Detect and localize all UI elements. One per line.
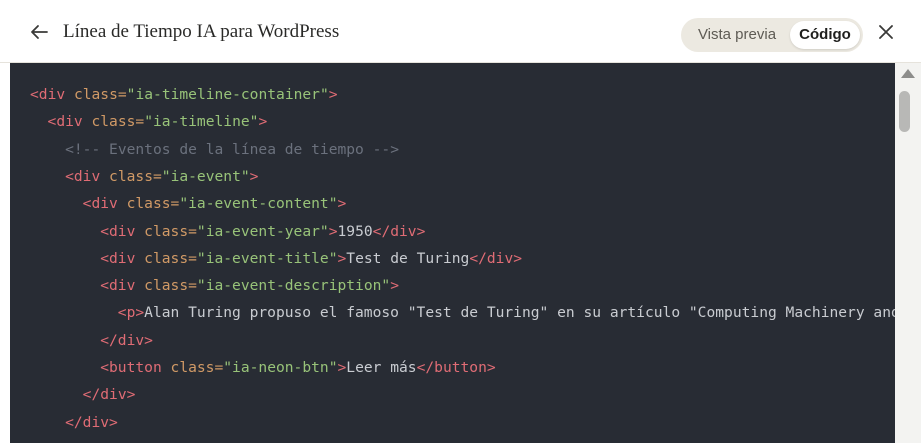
code-token: > (337, 195, 347, 213)
code-token: > (337, 249, 347, 267)
code-token: > (328, 86, 338, 103)
code-token: > (328, 222, 338, 240)
code-token: <div (100, 249, 136, 267)
code-token: class= (161, 359, 224, 376)
code-line: <div class="ia-event-description"> (100, 272, 399, 299)
code-token: > (249, 167, 259, 185)
back-button[interactable] (26, 21, 52, 47)
code-token: class= (135, 249, 197, 267)
code-token: </div> (65, 413, 118, 431)
code-token: Test de Turing (346, 249, 470, 267)
close-icon (878, 24, 894, 45)
view-mode-toggle: Vista previa Código (681, 18, 863, 52)
code-token: </div> (372, 222, 426, 240)
code-token: <div (82, 195, 118, 213)
code-line: </div> (100, 327, 153, 354)
code-token: > (337, 359, 347, 376)
code-line: </div> (65, 409, 118, 436)
arrow-left-icon (30, 24, 48, 45)
scroll-up-arrow-icon[interactable] (901, 69, 915, 78)
code-line: </div> (83, 381, 136, 408)
code-token: > (390, 277, 399, 295)
code-viewer[interactable]: <div class="ia-timeline-container"> <div … (10, 63, 895, 443)
code-token: 1950 (337, 222, 373, 240)
code-token: Alan Turing propuso el famoso "Test de T… (144, 304, 895, 322)
code-line: <div class="ia-event"> (65, 163, 258, 190)
code-token: class= (117, 195, 180, 213)
code-token: "ia-event-description" (196, 277, 391, 295)
code-token: "ia-timeline-container" (126, 86, 329, 103)
artifact-header: Línea de Tiempo IA para WordPress Vista … (0, 0, 921, 63)
code-token: <div (100, 277, 136, 295)
code-token: "ia-neon-btn" (223, 359, 338, 376)
preview-tab[interactable]: Vista previa (687, 21, 787, 49)
code-tab[interactable]: Código (790, 21, 860, 49)
code-token: class= (65, 86, 127, 103)
code-line: <div class="ia-timeline"> (48, 108, 268, 135)
code-token: <p> (117, 304, 145, 322)
code-token: </div> (469, 249, 523, 267)
code-line: <!-- Eventos de la línea de tiempo --> (65, 136, 399, 163)
code-token: class= (82, 113, 145, 131)
code-line: <div class="ia-event-content"> (83, 190, 347, 217)
code-token: class= (100, 167, 162, 185)
close-button[interactable] (874, 22, 898, 46)
code-token: > (258, 113, 268, 131)
code-token: <button (100, 359, 162, 376)
code-token: class= (135, 277, 197, 295)
code-line: <p>Alan Turing propuso el famoso "Test d… (118, 299, 895, 326)
code-token: <div (65, 167, 101, 185)
code-token: </div> (100, 331, 153, 349)
code-line: <div class="ia-timeline-container"> (30, 81, 338, 108)
code-line: <div class="ia-event-title">Test de Turi… (100, 245, 522, 272)
vertical-scrollbar[interactable] (895, 63, 921, 443)
code-token: <div (47, 113, 83, 131)
code-token: <!-- Eventos de la línea de tiempo --> (65, 140, 399, 158)
scrollbar-thumb[interactable] (899, 91, 910, 132)
code-line: <button class="ia-neon-btn">Leer más</bu… (100, 354, 495, 381)
code-token: "ia-event-title" (196, 249, 338, 267)
code-token: "ia-event-content" (179, 195, 338, 213)
artifact-title: Línea de Tiempo IA para WordPress (63, 21, 340, 42)
code-token: <div (30, 86, 66, 103)
code-token: "ia-timeline" (144, 113, 259, 131)
code-line: <div class="ia-event-year">1950</div> (100, 218, 425, 245)
code-token: <div (100, 222, 136, 240)
code-token: Leer más (346, 359, 417, 376)
code-token: "ia-event" (161, 167, 250, 185)
code-token: class= (135, 222, 197, 240)
code-token: </button> (416, 359, 496, 376)
code-token: "ia-event-year" (196, 222, 329, 240)
code-token: </div> (82, 386, 136, 404)
